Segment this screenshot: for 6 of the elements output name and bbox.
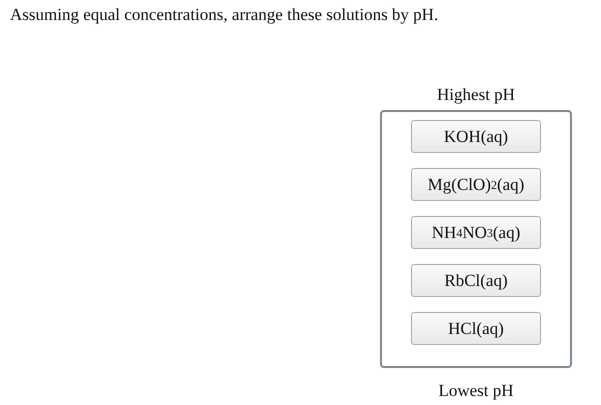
highest-label: Highest pH bbox=[437, 85, 515, 106]
answer-tile[interactable]: KOH(aq) bbox=[411, 120, 541, 153]
answer-tile[interactable]: RbCl(aq) bbox=[411, 264, 541, 297]
lowest-label: Lowest pH bbox=[438, 381, 514, 402]
answer-tile[interactable]: HCl(aq) bbox=[411, 312, 541, 345]
question-text: Assuming equal concentrations, arrange these solutions by pH. bbox=[9, 4, 440, 25]
